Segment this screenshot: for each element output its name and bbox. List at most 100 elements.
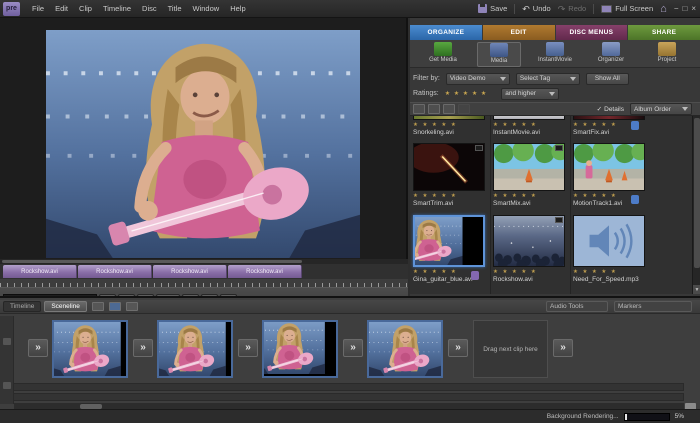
menu-timeline[interactable]: Timeline	[103, 4, 131, 13]
effect-badge-icon	[471, 271, 479, 280]
maximize-button[interactable]: □	[682, 4, 687, 13]
save-button[interactable]: Save	[478, 4, 507, 13]
transition-slot[interactable]: »	[343, 339, 363, 357]
tag-icon[interactable]	[126, 302, 138, 311]
task-tabs: ORGANIZE EDIT DISC MENUS SHARE	[410, 25, 700, 40]
menu-edit[interactable]: Edit	[55, 4, 68, 13]
menu-title[interactable]: Title	[168, 4, 182, 13]
tab-disc-menus[interactable]: DISC MENUS	[556, 25, 628, 40]
media-item[interactable]: ★ ★ ★ ★ ★ Need_For_Speed.mp3	[573, 215, 651, 283]
media-item[interactable]: ★ ★ ★ ★ ★ SmartFix.avi	[573, 116, 651, 136]
organizer-button[interactable]: Organizer	[589, 42, 633, 67]
scene-clip[interactable]	[157, 320, 233, 378]
organize-toolstrip: Get Media Media InstantMovie Organizer P…	[410, 40, 700, 68]
media-item[interactable]: ★ ★ ★ ★ ★ SmartTrim.avi	[413, 143, 491, 207]
scene-clip[interactable]	[262, 320, 338, 378]
scene-clip[interactable]	[367, 320, 443, 378]
smart-tools-icon[interactable]	[109, 302, 121, 311]
media-filename: Need_For_Speed.mp3	[573, 276, 651, 283]
media-scrollbar[interactable]: ▼	[692, 116, 700, 294]
album-order-dropdown[interactable]: Album Order	[630, 103, 692, 115]
media-grid: ★ ★ ★ ★ ★ Snorkeling.avi ★ ★ ★ ★ ★ Insta…	[410, 116, 692, 294]
rating-stars[interactable]: ★ ★ ★ ★ ★	[413, 269, 491, 275]
get-media-button[interactable]: Get Media	[421, 42, 465, 67]
back-button[interactable]	[428, 104, 440, 114]
sceneline-toolbar: Timeline Sceneline Audio Tools Markers	[0, 300, 700, 314]
media-button[interactable]: Media	[477, 42, 521, 67]
thumbnail	[413, 143, 485, 191]
menu-help[interactable]: Help	[230, 4, 245, 13]
rating-stars[interactable]: ★ ★ ★ ★ ★	[573, 122, 651, 128]
video-track-icon[interactable]	[3, 338, 11, 345]
select-tag-dropdown[interactable]: Select Tag	[516, 73, 580, 85]
home-icon: ⌂	[660, 3, 667, 15]
scroll-down-arrow-icon[interactable]: ▼	[693, 285, 700, 294]
transition-slot[interactable]: »	[133, 339, 153, 357]
rating-stars[interactable]: ★ ★ ★ ★ ★	[493, 122, 571, 128]
filter-video-dropdown[interactable]: Video Demo	[446, 73, 510, 85]
audio-track-icon[interactable]	[3, 382, 11, 389]
menu-clip[interactable]: Clip	[79, 4, 92, 13]
project-button[interactable]: Project	[645, 42, 689, 67]
new-folder-button[interactable]	[443, 104, 455, 114]
grid-view-button[interactable]	[458, 104, 470, 114]
rating-stars[interactable]: ★ ★ ★ ★ ★	[573, 193, 651, 199]
mini-clip[interactable]: Rockshow.avi	[228, 265, 302, 278]
media-filename: SmartFix.avi	[573, 129, 651, 136]
drag-next-clip-placeholder[interactable]: Drag next clip here	[473, 320, 548, 378]
thumbnail	[573, 116, 645, 120]
video-frame	[46, 30, 360, 258]
ratings-stars[interactable]: ★ ★ ★ ★ ★	[445, 90, 488, 97]
filter-video-value: Video Demo	[450, 75, 486, 82]
minimize-button[interactable]: −	[674, 4, 679, 13]
rating-stars[interactable]: ★ ★ ★ ★ ★	[493, 193, 571, 199]
transition-slot[interactable]: »	[553, 339, 573, 357]
list-view-button[interactable]	[413, 104, 425, 114]
close-button[interactable]: ×	[691, 4, 696, 13]
rendering-percent: 5%	[675, 413, 684, 420]
show-all-button[interactable]: Show All	[586, 73, 629, 85]
instantmovie-button[interactable]: InstantMovie	[533, 42, 577, 67]
tab-timeline[interactable]: Timeline	[3, 301, 41, 312]
menu-disc[interactable]: Disc	[142, 4, 157, 13]
transition-slot[interactable]: »	[28, 339, 48, 357]
menu-window[interactable]: Window	[193, 4, 220, 13]
video-preview[interactable]	[46, 30, 360, 258]
redo-button[interactable]: ↷ Redo	[558, 4, 586, 13]
markers-dropdown[interactable]: Markers	[614, 301, 692, 312]
mini-clip[interactable]: Rockshow.avi	[78, 265, 152, 278]
home-button[interactable]: ⌂	[660, 3, 667, 15]
audio-tools-dropdown[interactable]: Audio Tools	[546, 301, 608, 312]
tab-sceneline[interactable]: Sceneline	[44, 301, 87, 312]
scene-clip[interactable]	[52, 320, 128, 378]
rating-stars[interactable]: ★ ★ ★ ★ ★	[413, 193, 491, 199]
transition-slot[interactable]: »	[238, 339, 258, 357]
scrollbar-thumb[interactable]	[694, 118, 700, 268]
filmstrip-icon[interactable]	[92, 302, 104, 311]
tab-share[interactable]: SHARE	[628, 25, 700, 40]
thumbnail	[413, 116, 485, 120]
fullscreen-button[interactable]: Full Screen	[601, 4, 653, 13]
details-checkbox[interactable]: ✓ Details	[597, 105, 624, 113]
transition-slot[interactable]: »	[448, 339, 468, 357]
menu-file[interactable]: File	[32, 4, 44, 13]
media-item-selected[interactable]: ★ ★ ★ ★ ★ Gina_guitar_blue.avi	[413, 215, 491, 283]
audio-track-2[interactable]	[14, 393, 684, 401]
mini-clip[interactable]: Rockshow.avi	[3, 265, 77, 278]
time-ruler[interactable]	[0, 279, 408, 287]
media-item[interactable]: ★ ★ ★ ★ ★ MotionTrack1.avi	[573, 143, 651, 207]
media-item[interactable]: ★ ★ ★ ★ ★ Rockshow.avi	[493, 215, 571, 283]
media-item[interactable]: ★ ★ ★ ★ ★ Snorkeling.avi	[413, 116, 491, 136]
rating-stars[interactable]: ★ ★ ★ ★ ★	[573, 269, 651, 275]
and-higher-dropdown[interactable]: and higher	[501, 88, 559, 100]
rating-stars[interactable]: ★ ★ ★ ★ ★	[413, 122, 491, 128]
mini-clip[interactable]: Rockshow.avi	[153, 265, 227, 278]
media-item[interactable]: ★ ★ ★ ★ ★ InstantMovie.avi	[493, 116, 571, 136]
undo-button[interactable]: ↶ Undo	[522, 4, 550, 13]
audio-track-1[interactable]	[14, 383, 684, 391]
tab-organize[interactable]: ORGANIZE	[410, 25, 482, 40]
menu-items: File Edit Clip Timeline Disc Title Windo…	[32, 4, 246, 13]
rating-stars[interactable]: ★ ★ ★ ★ ★	[493, 269, 571, 275]
media-item[interactable]: ★ ★ ★ ★ ★ SmartMix.avi	[493, 143, 571, 207]
tab-edit[interactable]: EDIT	[483, 25, 555, 40]
